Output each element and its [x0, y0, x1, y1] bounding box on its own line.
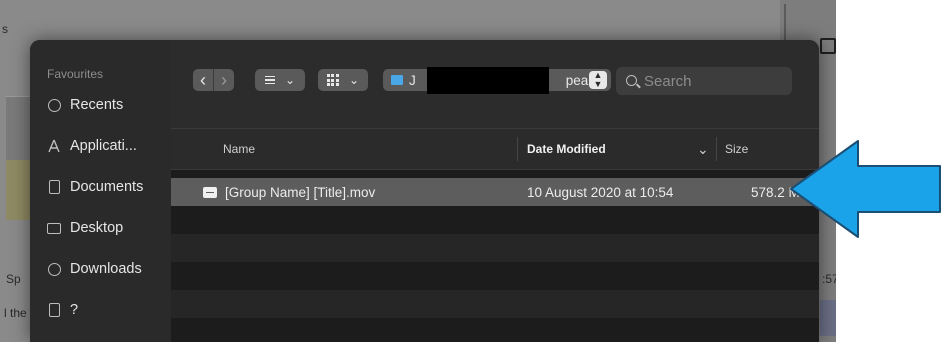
sidebar-item-label: ? — [70, 302, 79, 318]
search-input[interactable] — [616, 67, 792, 95]
document-icon — [46, 302, 62, 318]
background-text: :57 — [822, 272, 836, 286]
column-headers: Name Date Modified ⌄ Size — [171, 129, 819, 170]
forward-button[interactable]: › — [214, 69, 234, 91]
background-text: Sp — [6, 272, 21, 286]
sidebar-item-desktop[interactable]: Desktop — [46, 217, 123, 239]
applications-icon — [46, 138, 62, 154]
desktop-icon — [46, 220, 62, 236]
view-grid-button[interactable]: ⌄ — [318, 69, 368, 91]
table-row[interactable]: [Group Name] [Title].mov 10 August 2020 … — [171, 178, 819, 206]
background-thumbnail — [6, 160, 30, 220]
column-header-date-modified[interactable]: Date Modified — [527, 129, 606, 169]
chevron-down-icon: ⌄ — [348, 73, 360, 87]
sidebar-item-label: Applicati... — [70, 138, 137, 154]
sidebar-item-label: Desktop — [70, 220, 124, 236]
sidebar-item-label: Recents — [70, 97, 124, 113]
sidebar-item-documents[interactable]: Documents — [46, 176, 143, 198]
clock-icon — [46, 97, 62, 113]
column-divider — [716, 137, 717, 161]
list-view-icon — [264, 75, 275, 85]
grid-view-icon — [326, 74, 339, 86]
empty-row — [171, 206, 819, 234]
empty-row — [171, 318, 819, 342]
annotation-arrow-icon — [790, 140, 941, 238]
sidebar-item-applications[interactable]: Applicati... — [46, 135, 137, 157]
empty-row — [171, 234, 819, 262]
document-icon — [46, 179, 62, 195]
sidebar-item-recents[interactable]: Recents — [46, 94, 123, 116]
empty-row — [171, 290, 819, 318]
view-list-button[interactable]: ⌄ — [255, 69, 305, 91]
search-icon — [626, 75, 637, 86]
sidebar: Favourites Recents Applicati... Document… — [30, 40, 171, 342]
sort-chevron-icon[interactable]: ⌄ — [697, 129, 709, 169]
sidebar-header-favourites: Favourites — [47, 67, 104, 81]
background-thumbnail — [6, 96, 30, 167]
empty-row — [171, 262, 819, 290]
column-header-name[interactable]: Name — [223, 129, 255, 169]
movie-file-icon — [203, 186, 217, 198]
file-name: [Group Name] [Title].mov — [225, 184, 376, 200]
window-icon — [820, 38, 836, 54]
downloads-icon — [46, 261, 62, 277]
chevron-down-icon: ⌄ — [284, 73, 296, 87]
toolbar: ‹ › ⌄ ⌄ J pea... ▲ ▼ — [171, 40, 819, 129]
background-text: s — [2, 22, 8, 36]
redaction-box — [427, 67, 549, 94]
folder-icon — [391, 75, 403, 85]
column-divider — [517, 137, 518, 161]
file-browser: ‹ › ⌄ ⌄ J pea... ▲▼ Name — [171, 40, 819, 342]
location-prefix: J — [409, 72, 416, 88]
file-date: 10 August 2020 at 10:54 — [527, 184, 674, 200]
background-text: l the — [4, 306, 27, 320]
sidebar-item-unknown[interactable]: ? — [46, 299, 78, 321]
sidebar-item-label: Downloads — [70, 261, 142, 277]
open-file-dialog: Favourites Recents Applicati... Document… — [30, 40, 819, 342]
sidebar-item-label: Documents — [70, 179, 144, 195]
file-name-cell: [Group Name] [Title].mov — [203, 178, 375, 206]
up-down-chevron-icon: ▲ ▼ — [589, 71, 607, 89]
background-thumbnail — [820, 300, 836, 336]
back-button[interactable]: ‹ — [193, 69, 213, 91]
column-header-size[interactable]: Size — [725, 129, 748, 169]
sidebar-item-downloads[interactable]: Downloads — [46, 258, 142, 280]
